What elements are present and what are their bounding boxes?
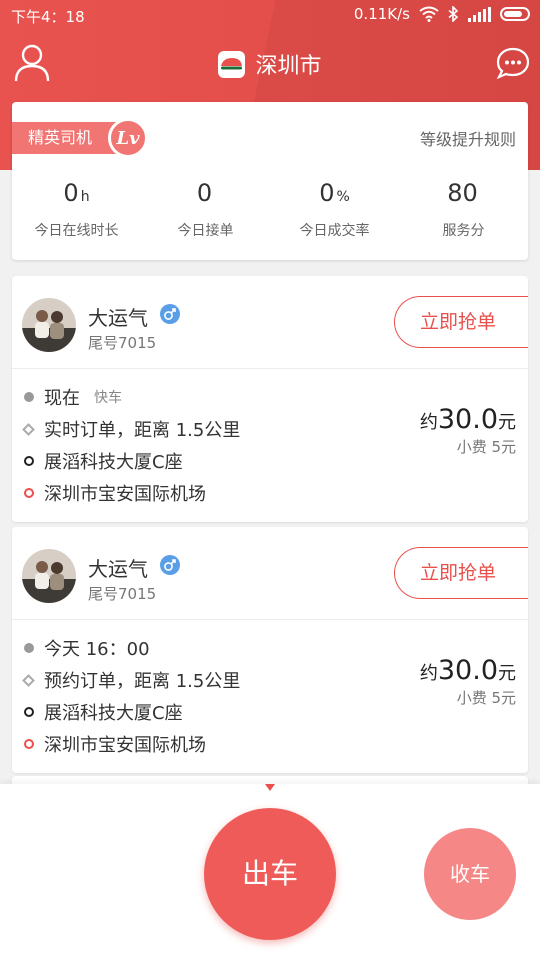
start-address: 展滔科技大厦C座 <box>44 452 183 473</box>
passenger-name: 大运气 <box>88 557 148 581</box>
service-type: 快车 <box>94 390 122 406</box>
wifi-icon <box>419 6 439 22</box>
order-desc: 预约订单，距离 1.5公里 <box>44 671 241 692</box>
grab-order-button[interactable]: 立即抢单 <box>394 547 528 599</box>
stat-orders-today: 0 今日接单 <box>141 174 270 240</box>
stat-value-wrap: 80 <box>399 174 528 212</box>
stat-value: 0 <box>196 179 213 207</box>
city-selector[interactable]: 深圳市 <box>0 48 540 80</box>
clock-icon <box>24 643 34 653</box>
stat-value: 0 <box>319 179 335 207</box>
order-time: 现在 <box>44 388 80 409</box>
stat-label: 今日成交率 <box>299 223 370 239</box>
divider <box>12 368 528 369</box>
driver-level-card: 精英司机 Lv 等级提升规则 0h 今日在线时长 0 今日接单 0% 今日成交率… <box>12 102 528 260</box>
level-badge: Lv <box>108 118 148 158</box>
level-rules-link[interactable]: 等级提升规则 <box>420 126 516 150</box>
price-value: 30.0 <box>437 404 498 435</box>
order-desc-row: 实时订单，距离 1.5公里 <box>22 416 241 442</box>
stat-service-score: 80 服务分 <box>399 174 528 240</box>
stat-unit: % <box>336 189 350 205</box>
end-point-icon <box>24 488 34 498</box>
price-value: 30.0 <box>437 655 498 686</box>
price-prefix: 约 <box>419 412 438 433</box>
message-icon[interactable] <box>496 46 530 80</box>
passenger-name: 大运气 <box>88 306 148 330</box>
status-right-group: 0.11K/s <box>354 5 530 23</box>
battery-icon <box>500 7 530 21</box>
end-address: 深圳市宝安国际机场 <box>44 484 206 505</box>
stat-deal-rate: 0% 今日成交率 <box>270 174 399 240</box>
price-prefix: 约 <box>419 663 438 684</box>
stat-online-hours: 0h 今日在线时长 <box>12 174 141 240</box>
stat-unit: h <box>80 189 90 205</box>
start-point-icon <box>24 707 34 717</box>
stat-value-wrap: 0% <box>270 174 399 212</box>
clock-icon <box>24 392 34 402</box>
order-price: 约30.0元 <box>420 404 516 435</box>
avatar <box>22 549 76 603</box>
plate-number: 尾号7015 <box>88 585 157 603</box>
stat-value-wrap: 0 <box>141 174 270 212</box>
stat-value: 0 <box>63 179 79 207</box>
end-row: 深圳市宝安国际机场 <box>24 480 206 506</box>
stat-label: 服务分 <box>442 223 485 239</box>
stat-value: 80 <box>447 179 478 207</box>
start-row: 展滔科技大厦C座 <box>24 699 183 725</box>
order-desc-row: 预约订单，距离 1.5公里 <box>22 667 241 693</box>
elite-driver-tag: 精英司机 <box>12 122 122 154</box>
male-icon <box>160 555 180 575</box>
order-card[interactable]: 大运气 尾号7015 立即抢单 现在 快车 实时订单，距离 1.5公里 展滔科技… <box>12 276 528 522</box>
tip-amount: 小费 5元 <box>456 689 516 707</box>
end-point-icon <box>24 739 34 749</box>
diamond-icon <box>22 422 35 436</box>
start-driving-button[interactable]: 出车 <box>204 808 336 940</box>
order-card[interactable]: 大运气 尾号7015 立即抢单 今天 16：00 预约订单，距离 1.5公里 展… <box>12 527 528 773</box>
top-nav: 深圳市 <box>0 44 540 84</box>
status-time: 下午4：18 <box>11 8 85 26</box>
divider <box>12 619 528 620</box>
stat-label: 今日在线时长 <box>34 223 119 239</box>
network-speed: 0.11K/s <box>353 5 410 23</box>
price-unit: 元 <box>498 663 516 684</box>
app-logo-icon <box>218 50 246 78</box>
stat-label: 今日接单 <box>177 223 234 239</box>
arrow-down-icon <box>265 784 275 791</box>
avatar <box>22 298 76 352</box>
order-desc: 实时订单，距离 1.5公里 <box>44 420 241 441</box>
stats-row: 0h 今日在线时长 0 今日接单 0% 今日成交率 80 服务分 <box>12 174 528 240</box>
start-row: 展滔科技大厦C座 <box>24 448 183 474</box>
start-address: 展滔科技大厦C座 <box>44 703 183 724</box>
signal-icon <box>468 6 491 22</box>
start-point-icon <box>24 456 34 466</box>
plate-number: 尾号7015 <box>88 334 157 352</box>
city-name: 深圳市 <box>255 54 322 79</box>
order-price: 约30.0元 <box>420 655 516 686</box>
order-time-row: 现在 快车 <box>24 384 122 410</box>
male-icon <box>160 304 180 324</box>
diamond-icon <box>22 673 35 687</box>
end-address: 深圳市宝安国际机场 <box>44 735 206 756</box>
grab-order-button[interactable]: 立即抢单 <box>394 296 528 348</box>
end-row: 深圳市宝安国际机场 <box>24 731 206 757</box>
status-bar: 下午4：18 0.11K/s <box>0 0 540 30</box>
stat-value-wrap: 0h <box>12 174 141 212</box>
tip-amount: 小费 5元 <box>456 438 516 456</box>
bluetooth-icon <box>448 6 459 22</box>
order-time-row: 今天 16：00 <box>24 635 164 661</box>
order-time: 今天 16：00 <box>44 639 150 660</box>
stop-driving-button[interactable]: 收车 <box>424 828 516 920</box>
price-unit: 元 <box>498 412 516 433</box>
bottom-action-bar: 出车 收车 <box>0 784 540 960</box>
